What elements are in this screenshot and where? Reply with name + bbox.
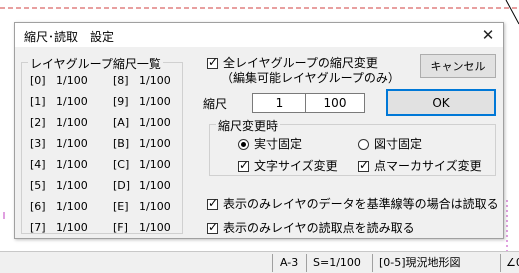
layer-code: [6] (30, 200, 46, 213)
status-separator (372, 254, 373, 272)
layer-scale: 1/100 (139, 95, 171, 108)
layer-code: [8] (113, 74, 129, 87)
layer-code: [7] (30, 221, 46, 234)
layer-scale-item: [D] 1/100 (113, 179, 171, 192)
layer-scale-item: [2] 1/100 (30, 116, 88, 129)
layer-scale: 1/100 (56, 74, 88, 87)
layer-scale-item: [E] 1/100 (113, 200, 171, 213)
layer-scale-item: [C] 1/100 (113, 158, 171, 171)
layer-scale: 1/100 (56, 137, 88, 150)
all-layer-change-label: 全レイヤグループの縮尺変更 (223, 56, 378, 70)
point-marker-change-checkbox[interactable]: ✓ 点マーカサイズ変更 (358, 157, 482, 174)
point-marker-change-label: 点マーカサイズ変更 (374, 159, 482, 173)
status-separator (500, 254, 501, 272)
radio-actual-fixed[interactable]: 実寸固定 (238, 135, 302, 152)
checkbox-box[interactable]: ✓ (207, 55, 219, 69)
display-only-read-checkbox[interactable]: ✓ 表示のみレイヤの読取点を読み取る (207, 219, 415, 236)
layer-code: [D] (113, 179, 131, 192)
check-icon: ✓ (239, 158, 250, 172)
layer-scale: 1/100 (56, 116, 88, 129)
layer-scale: 1/100 (139, 158, 171, 171)
radio-button[interactable] (238, 139, 249, 150)
layer-scale-item: [1] 1/100 (30, 95, 88, 108)
layer-code: [F] (113, 221, 128, 234)
layer-scale: 1/100 (56, 158, 88, 171)
scale-change-group: 縮尺変更時 実寸固定 図寸固定 ✓ 文字サイズ変更 ✓ 点マーカサイズ変更 (209, 117, 496, 176)
radio-actual-label: 実寸固定 (254, 137, 303, 151)
layer-scale: 1/100 (139, 137, 171, 150)
layer-group-scale-list: レイヤグループ縮尺一覧 [0] 1/100 [1] 1/100 [2] 1/100 [3] 1… (21, 55, 183, 234)
layer-code: [4] (30, 158, 46, 171)
radio-drawing-label: 図寸固定 (374, 137, 423, 151)
canvas-line-diagonal (505, 0, 519, 25)
display-only-baseline-checkbox[interactable]: ✓ 表示のみレイヤのデータを基準線等の場合は読取る (207, 195, 499, 212)
layer-group-label: レイヤグループ縮尺一覧 (28, 55, 163, 72)
radio-dot-icon (241, 142, 246, 147)
scale-read-settings-dialog: 縮尺･読取 設定 ✕ レイヤグループ縮尺一覧 [0] 1/100 [1] 1/100[… (14, 22, 504, 239)
layer-code: [C] (113, 158, 130, 171)
layer-code: [2] (30, 116, 46, 129)
layer-scale-item: [5] 1/100 (30, 179, 88, 192)
scale-numerator-input[interactable]: 1 (252, 93, 307, 113)
scale-label: 縮尺 (203, 97, 228, 111)
layer-scale: 1/100 (139, 200, 171, 213)
layer-scale-item: [B] 1/100 (113, 137, 171, 150)
layer-scale: 1/100 (56, 95, 88, 108)
dialog-titlebar[interactable]: 縮尺･読取 設定 ✕ (15, 23, 503, 47)
status-layer-name: [0-5]現況地形図 (379, 256, 461, 269)
cancel-button[interactable]: キャンセル (420, 54, 496, 78)
check-icon: ✓ (208, 220, 219, 234)
status-scale: S=1/100 (313, 256, 361, 269)
checkbox-box[interactable]: ✓ (207, 220, 219, 234)
layer-scale-item: [9] 1/100 (113, 95, 171, 108)
layer-code: [9] (113, 95, 129, 108)
layer-scale: 1/100 (139, 116, 171, 129)
checkbox-box[interactable]: ✓ (358, 158, 370, 172)
layer-scale: 1/100 (139, 179, 171, 192)
status-bar: A-3 S=1/100 [0-5]現況地形図 ∠0 (0, 251, 519, 273)
radio-button[interactable] (358, 139, 369, 150)
layer-scale: 1/100 (56, 200, 88, 213)
layer-code: [A] (113, 116, 130, 129)
layer-scale-item: [7] 1/100 (30, 221, 88, 234)
text-size-change-label: 文字サイズ変更 (254, 159, 338, 173)
layer-scale: 1/100 (139, 221, 171, 234)
layer-scale-item: [4] 1/100 (30, 158, 88, 171)
layer-scale: 1/100 (139, 74, 171, 87)
scale-change-label: 縮尺変更時 (216, 117, 281, 134)
check-icon: ✓ (208, 55, 219, 69)
layer-code: [1] (30, 95, 46, 108)
all-layer-change-note: （編集可能レイヤグループのみ） (221, 71, 400, 85)
ok-button[interactable]: OK (386, 89, 496, 116)
status-separator (272, 254, 273, 272)
status-layer: A-3 (280, 256, 299, 269)
text-size-change-checkbox[interactable]: ✓ 文字サイズ変更 (238, 157, 338, 174)
status-separator (306, 254, 307, 272)
dialog-title: 縮尺･読取 設定 (24, 30, 115, 44)
layer-scale-item: [0] 1/100 (30, 74, 88, 87)
close-icon[interactable]: ✕ (479, 26, 497, 44)
layer-code: [E] (113, 200, 129, 213)
radio-drawing-fixed[interactable]: 図寸固定 (358, 135, 422, 152)
display-only-read-label: 表示のみレイヤの読取点を読み取る (223, 221, 415, 235)
layer-scale-item: [F] 1/100 (113, 221, 171, 234)
checkbox-box[interactable]: ✓ (207, 196, 219, 210)
layer-scale: 1/100 (56, 179, 88, 192)
status-angle: ∠0 (506, 256, 519, 269)
layer-code: [0] (30, 74, 46, 87)
display-only-baseline-label: 表示のみレイヤのデータを基準線等の場合は読取る (223, 197, 499, 211)
check-icon: ✓ (208, 196, 219, 210)
layer-code: [B] (113, 137, 130, 150)
layer-code: [3] (30, 137, 46, 150)
layer-scale: 1/100 (56, 221, 88, 234)
checkbox-box[interactable]: ✓ (238, 158, 250, 172)
check-icon: ✓ (359, 158, 370, 172)
scale-denominator-input[interactable]: 100 (305, 93, 365, 113)
layer-scale-item: [A] 1/100 (113, 116, 171, 129)
layer-scale-item: [8] 1/100 (113, 74, 171, 87)
layer-scale-item: [6] 1/100 (30, 200, 88, 213)
layer-scale-item: [3] 1/100 (30, 137, 88, 150)
layer-code: [5] (30, 179, 46, 192)
